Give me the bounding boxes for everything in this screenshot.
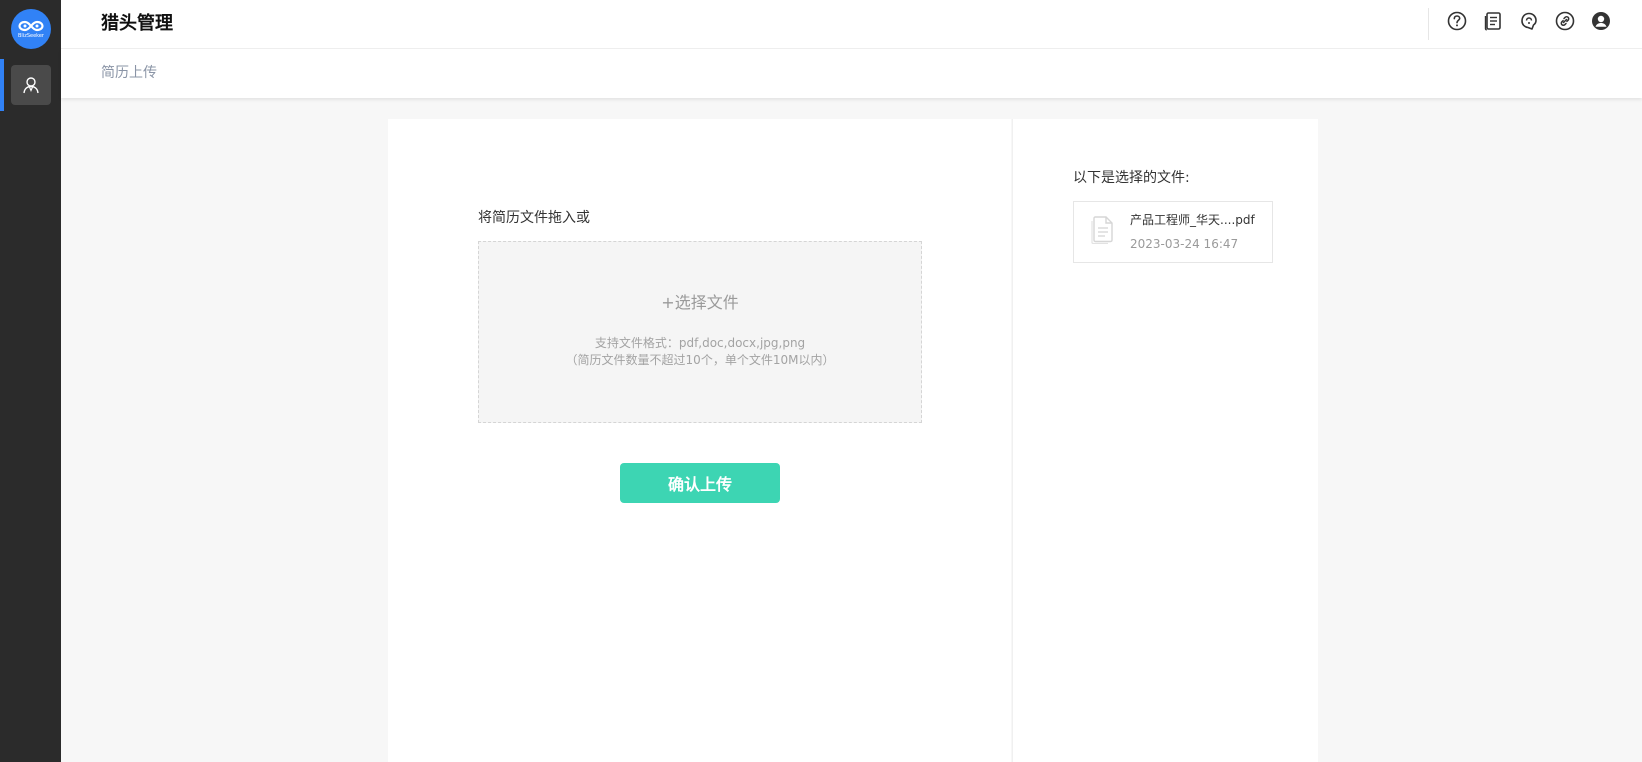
- upload-panel: 将简历文件拖入或 +选择文件 支持文件格式：pdf,doc,docx,jpg,p…: [388, 119, 1011, 762]
- file-limit-text: （简历文件数量不超过10个，单个文件10M以内）: [565, 353, 835, 367]
- top-header: 猎头管理: [61, 0, 1642, 49]
- logo-text: BlizSeeker: [17, 32, 44, 39]
- user-icon[interactable]: [1590, 10, 1612, 32]
- support-icon[interactable]: [1518, 10, 1540, 32]
- sidebar: BlizSeeker: [0, 0, 61, 762]
- infinity-icon: [18, 20, 44, 31]
- document-icon[interactable]: [1482, 10, 1504, 32]
- confirm-upload-button[interactable]: 确认上传: [620, 463, 780, 503]
- nav-active-indicator: [0, 59, 4, 111]
- help-icon[interactable]: [1446, 10, 1468, 32]
- supported-formats-text: 支持文件格式：pdf,doc,docx,jpg,png: [594, 336, 806, 350]
- header-toolbar: [1446, 10, 1612, 32]
- breadcrumb[interactable]: 简历上传: [101, 64, 157, 82]
- choose-file-link[interactable]: +选择文件: [479, 292, 921, 314]
- person-icon: [23, 77, 39, 94]
- app-logo[interactable]: BlizSeeker: [11, 9, 51, 49]
- drag-label: 将简历文件拖入或: [478, 210, 590, 226]
- file-icon: [1091, 216, 1113, 244]
- link-icon[interactable]: [1554, 10, 1576, 32]
- selected-files-panel: 以下是选择的文件: 产品工程师_华天....pdf 2023-03-24 16:…: [1012, 119, 1318, 762]
- selected-files-label: 以下是选择的文件:: [1073, 170, 1190, 186]
- file-time: 2023-03-24 16:47: [1130, 237, 1239, 251]
- sidebar-item-headhunter[interactable]: [11, 65, 51, 105]
- breadcrumb-bar: 简历上传: [61, 49, 1642, 98]
- file-name: 产品工程师_华天....pdf: [1130, 213, 1255, 227]
- upload-dropzone[interactable]: +选择文件 支持文件格式：pdf,doc,docx,jpg,png （简历文件数…: [478, 241, 922, 423]
- header-divider: [1428, 8, 1429, 40]
- file-item[interactable]: 产品工程师_华天....pdf 2023-03-24 16:47: [1073, 201, 1273, 263]
- page-title: 猎头管理: [101, 13, 173, 34]
